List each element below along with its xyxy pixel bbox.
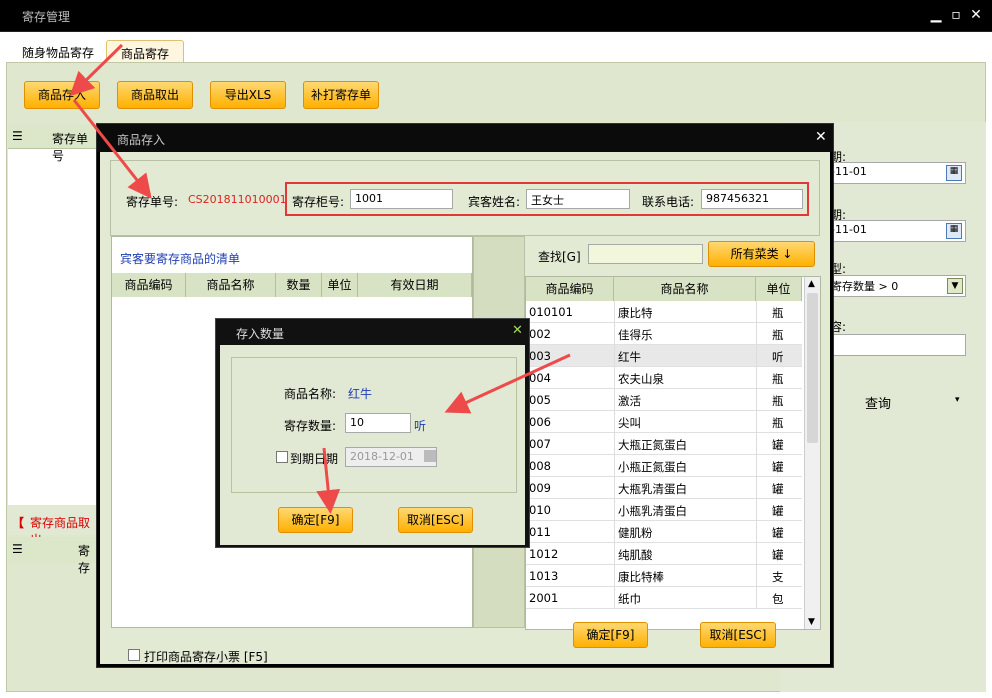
arrow-icon [72, 99, 152, 199]
arrow-icon [69, 43, 124, 97]
arrow-icon [444, 353, 571, 414]
annotation-arrows [69, 43, 571, 514]
arrow-icon [316, 447, 341, 514]
